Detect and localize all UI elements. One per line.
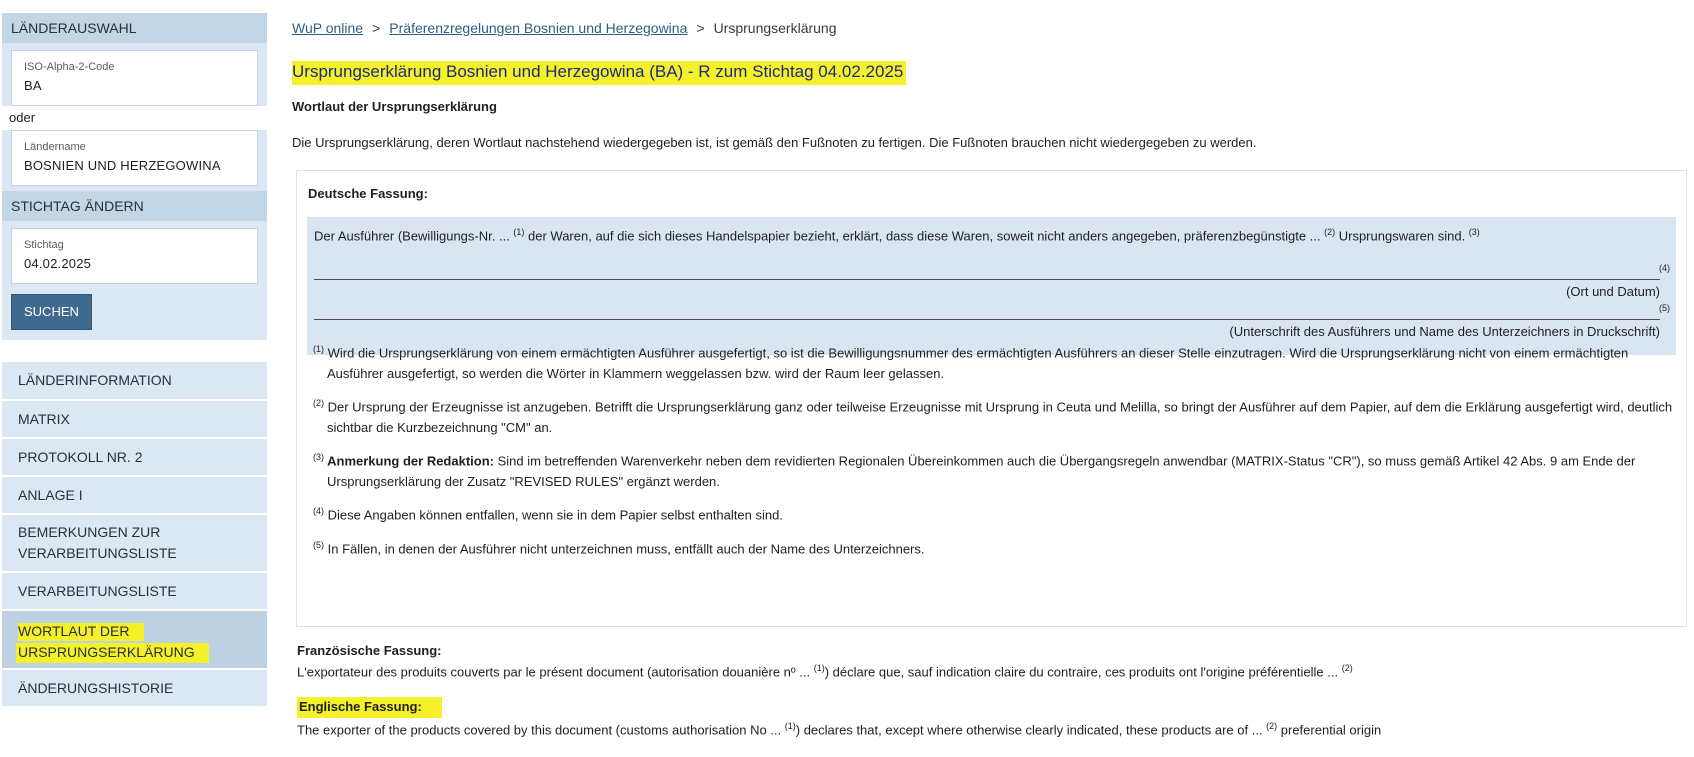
- signature-line: [314, 319, 1660, 320]
- country-selection-panel: LÄNDERAUSWAHL ISO-Alpha-2-Code BA oder L…: [2, 13, 267, 340]
- french-version-heading: Französische Fassung:: [297, 643, 442, 658]
- english-version-text: The exporter of the products covered by …: [297, 721, 1382, 738]
- nav-item-laenderinformation[interactable]: LÄNDERINFORMATION: [2, 362, 267, 399]
- breadcrumb: WuP online > Präferenzregelungen Bosnien u…: [292, 20, 837, 36]
- french-version-text: L'exportateur des produits couverts par …: [297, 663, 1353, 680]
- breadcrumb-home-link[interactable]: WuP online: [292, 20, 363, 36]
- country-name-input[interactable]: BOSNIEN UND HERZEGOWINA: [24, 158, 245, 173]
- date-label: Stichtag: [24, 239, 64, 251]
- sidebar: LÄNDERAUSWAHL ISO-Alpha-2-Code BA oder L…: [2, 13, 267, 708]
- nav-item-label: PROTOKOLL NR. 2: [18, 448, 143, 465]
- nav-item-label: BEMERKUNGEN ZUR VERARBEITUNGSLISTE: [18, 524, 177, 561]
- breadcrumb-separator: >: [372, 20, 381, 36]
- breadcrumb-current: Ursprungserklärung: [713, 20, 837, 36]
- search-button[interactable]: SUCHEN: [11, 294, 92, 330]
- nav-item-bemerkungen[interactable]: BEMERKUNGEN ZUR VERARBEITUNGSLISTE: [2, 515, 267, 571]
- nav-item-label: VERARBEITUNGSLISTE: [18, 582, 177, 599]
- nav-item-label: LÄNDERINFORMATION: [18, 372, 172, 388]
- nav-item-verarbeitungsliste[interactable]: VERARBEITUNGSLISTE: [2, 573, 267, 609]
- iso-code-input[interactable]: BA: [24, 78, 245, 93]
- place-date-line: [314, 279, 1660, 280]
- country-name-label: Ländername: [24, 141, 86, 153]
- nav-item-label: URSPRUNGSERKLÄRUNG: [16, 643, 209, 663]
- place-date-label: (Ort und Datum): [1566, 284, 1660, 299]
- date-field[interactable]: Stichtag 04.02.2025: [11, 228, 258, 284]
- signature-label: (Unterschrift des Ausführers und Name de…: [1229, 324, 1660, 339]
- section-subheading: Wortlaut der Ursprungserklärung: [292, 99, 497, 114]
- breadcrumb-separator: >: [696, 20, 705, 36]
- nav-item-label: ÄNDERUNGSHISTORIE: [18, 679, 174, 696]
- nav-item-label: MATRIX: [18, 410, 70, 427]
- footnote-1: (1) Wird die Ursprungserklärung von eine…: [313, 344, 1629, 382]
- date-input[interactable]: 04.02.2025: [24, 256, 245, 271]
- english-version-heading: Englische Fassung:: [297, 697, 442, 718]
- nav-item-label: ANLAGE I: [18, 486, 83, 503]
- nav-item-aenderungshistorie[interactable]: ÄNDERUNGSHISTORIE: [2, 670, 267, 706]
- nav-item-label: WORTLAUT DER: [18, 623, 144, 641]
- country-selection-title: LÄNDERAUSWAHL: [2, 13, 267, 43]
- intro-text: Die Ursprungserklärung, deren Wortlaut n…: [292, 135, 1257, 150]
- footnote-4: (4) Diese Angaben können entfallen, wenn…: [313, 506, 783, 523]
- declaration-text-block: Der Ausführer (Bewilligungs-Nr. ... (1) …: [307, 217, 1676, 355]
- iso-code-field[interactable]: ISO-Alpha-2-Code BA: [11, 50, 258, 106]
- nav-item-matrix[interactable]: MATRIX: [2, 401, 267, 437]
- nav-item-anlage[interactable]: ANLAGE I: [2, 477, 267, 513]
- german-version-box: Deutsche Fassung: Der Ausführer (Bewilli…: [296, 170, 1687, 627]
- footnote-3: (3) Anmerkung der Redaktion: Sind im bet…: [313, 452, 1636, 490]
- page-title: Ursprungserklärung Bosnien und Herzegowi…: [292, 61, 907, 85]
- footnote-mark-5: (5): [1659, 303, 1670, 313]
- nav-item-protokoll[interactable]: PROTOKOLL NR. 2: [2, 439, 267, 475]
- german-version-heading: Deutsche Fassung:: [308, 186, 428, 201]
- footnote-mark-4: (4): [1659, 263, 1670, 273]
- nav-list: LÄNDERINFORMATION MATRIX PROTOKOLL NR. 2…: [2, 362, 267, 706]
- or-label: oder: [2, 106, 267, 130]
- footnote-5: (5) In Fällen, in denen der Ausführer ni…: [313, 540, 925, 557]
- nav-item-wortlaut[interactable]: WORTLAUT DER URSPRUNGSERKLÄRUNG: [2, 611, 267, 668]
- footnote-2: (2) Der Ursprung der Erzeugnisse ist anz…: [313, 398, 1673, 436]
- declaration-text: Der Ausführer (Bewilligungs-Nr. ... (1) …: [314, 227, 1480, 244]
- breadcrumb-parent-link[interactable]: Präferenzregelungen Bosnien und Herzegow…: [389, 20, 687, 36]
- iso-code-label: ISO-Alpha-2-Code: [24, 61, 115, 73]
- date-section-title: STICHTAG ÄNDERN: [2, 191, 267, 221]
- country-name-field[interactable]: Ländername BOSNIEN UND HERZEGOWINA: [11, 130, 258, 186]
